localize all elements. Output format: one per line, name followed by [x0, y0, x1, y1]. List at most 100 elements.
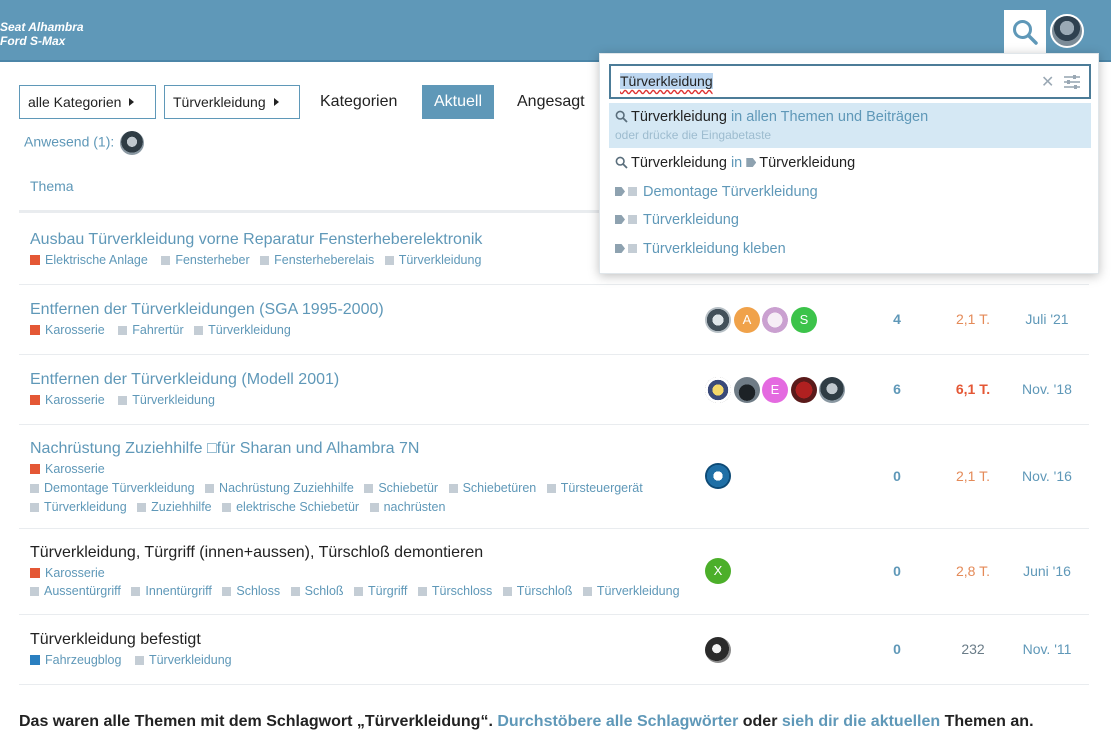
- search-input-value: Türverkleidung: [620, 73, 713, 89]
- category-badge[interactable]: Karosserie: [30, 393, 105, 407]
- tag-label: Türschloss: [431, 584, 493, 598]
- table-row[interactable]: Entfernen der Türverkleidungen (SGA 1995…: [19, 285, 1089, 355]
- nav-link-kategorien[interactable]: Kategorien: [308, 85, 409, 119]
- category-badge[interactable]: Karosserie: [30, 323, 105, 337]
- topic-title[interactable]: Entfernen der Türverkleidung (Modell 200…: [30, 371, 339, 389]
- tag-badge[interactable]: Fensterheber: [161, 253, 250, 267]
- table-row[interactable]: Türverkleidung befestigt Fahrzeugblog Tü…: [19, 615, 1089, 685]
- topic-category: Karosserie: [30, 566, 115, 580]
- tag-dropdown[interactable]: Türverkleidung: [164, 85, 300, 119]
- logo-line-1: Seat Alhambra: [0, 20, 84, 34]
- last-activity[interactable]: Juni '16: [1009, 563, 1085, 579]
- category-dropdown[interactable]: alle Kategorien: [19, 85, 156, 119]
- tag-badge[interactable]: Türschloss: [417, 584, 493, 598]
- tag-badge[interactable]: Innentürgriff: [131, 584, 212, 598]
- nav-link-aktuell[interactable]: Aktuell: [422, 85, 495, 119]
- topic-title[interactable]: Türverkleidung befestigt: [30, 631, 201, 649]
- poster-avatar[interactable]: [705, 307, 731, 333]
- category-color-square: [30, 568, 40, 578]
- user-avatar[interactable]: [1050, 14, 1084, 48]
- poster-avatar[interactable]: [705, 637, 731, 663]
- tag-result-label: Türverkleidung: [643, 212, 739, 228]
- reply-count[interactable]: 4: [877, 311, 917, 327]
- tag-badge[interactable]: Türgriff: [354, 584, 407, 598]
- search-input[interactable]: Türverkleidung ✕: [609, 64, 1091, 99]
- table-row[interactable]: Entfernen der Türverkleidung (Modell 200…: [19, 355, 1089, 425]
- category-badge[interactable]: Elektrische Anlage: [30, 253, 148, 267]
- view-count: 6,1 T.: [955, 381, 991, 397]
- poster-avatar[interactable]: A: [734, 307, 760, 333]
- last-activity[interactable]: Nov. '18: [1009, 381, 1085, 397]
- reply-count[interactable]: 0: [877, 563, 917, 579]
- poster-avatar[interactable]: [791, 377, 817, 403]
- tag-badge[interactable]: Türsteuergerät: [546, 481, 643, 495]
- tag-label: Türverkleidung: [44, 500, 127, 514]
- last-activity[interactable]: Nov. '16: [1009, 468, 1085, 484]
- tag-badge[interactable]: Fahrertür: [118, 323, 184, 337]
- table-row[interactable]: Türverkleidung, Türgriff (innen+aussen),…: [19, 529, 1089, 615]
- topic-tags: Aussentürgriff Innentürgriff Schloss Sch…: [30, 584, 687, 598]
- tag-badge[interactable]: Türverkleidung: [194, 323, 291, 337]
- tag-badge[interactable]: Schloß: [290, 584, 344, 598]
- site-logo[interactable]: Seat Alhambra Ford S-Max: [0, 20, 84, 48]
- topic-title[interactable]: Türverkleidung, Türgriff (innen+aussen),…: [30, 544, 483, 562]
- poster-avatar[interactable]: [705, 377, 731, 403]
- tag-square-icon: [137, 503, 147, 512]
- footer-text: oder: [738, 713, 782, 730]
- category-badge[interactable]: Fahrzeugblog: [30, 653, 121, 667]
- poster-avatar[interactable]: [705, 463, 731, 489]
- poster-avatar[interactable]: X: [705, 558, 731, 584]
- tag-badge[interactable]: Fensterheberelais: [260, 253, 374, 267]
- search-result-all[interactable]: Türverkleidung in allen Themen und Beitr…: [609, 103, 1091, 148]
- category-badge[interactable]: Karosserie: [30, 462, 105, 476]
- clear-icon[interactable]: ✕: [1041, 72, 1054, 92]
- tag-badge[interactable]: Türverkleidung: [582, 584, 680, 598]
- tag-badge[interactable]: Türverkleidung: [30, 500, 127, 514]
- tag-label: Türverkleidung: [208, 323, 291, 337]
- column-header-topic[interactable]: Thema: [30, 178, 74, 194]
- last-activity[interactable]: Nov. '11: [1009, 641, 1085, 657]
- poster-avatar[interactable]: [734, 377, 760, 403]
- tag-badge[interactable]: Schiebetür: [364, 481, 438, 495]
- tag-label: Nachrüstung Zuziehhilfe: [219, 481, 354, 495]
- poster-avatar[interactable]: [762, 307, 788, 333]
- browse-tags-link[interactable]: Durchstöbere alle Schlagwörter: [497, 713, 738, 730]
- poster-avatar[interactable]: S: [791, 307, 817, 333]
- search-tag-result[interactable]: Türverkleidung: [609, 212, 1091, 228]
- tag-badge[interactable]: Türverkleidung: [118, 393, 215, 407]
- topic-title[interactable]: Nachrüstung Zuziehhilfe □für Sharan und …: [30, 440, 419, 458]
- topic-title[interactable]: Ausbau Türverkleidung vorne Reparatur Fe…: [30, 231, 482, 249]
- search-result-in-tag[interactable]: Türverkleidung in Türverkleidung: [609, 155, 1091, 171]
- search-options-icon[interactable]: [1064, 75, 1080, 89]
- tag-badge[interactable]: Demontage Türverkleidung: [30, 481, 195, 495]
- tag-badge[interactable]: Türschloß: [502, 584, 572, 598]
- tag-badge[interactable]: Nachrüstung Zuziehhilfe: [205, 481, 354, 495]
- tag-badge[interactable]: nachrüsten: [369, 500, 445, 514]
- topic-title[interactable]: Entfernen der Türverkleidungen (SGA 1995…: [30, 301, 384, 319]
- tag-badge[interactable]: elektrische Schiebetür: [222, 500, 359, 514]
- search-button[interactable]: [1004, 10, 1046, 54]
- tag-badge[interactable]: Türverkleidung: [384, 253, 481, 267]
- last-activity[interactable]: Juli '21: [1009, 311, 1085, 327]
- present-label: Anwesend (1):: [24, 133, 115, 150]
- tag-badge[interactable]: Schloss: [222, 584, 280, 598]
- tag-square-icon: [260, 256, 270, 265]
- poster-avatar[interactable]: E: [762, 377, 788, 403]
- table-row[interactable]: Nachrüstung Zuziehhilfe □für Sharan und …: [19, 425, 1089, 529]
- tag-square-icon: [30, 587, 39, 596]
- search-tag-result[interactable]: Demontage Türverkleidung: [609, 184, 1091, 200]
- tag-badge[interactable]: Aussentürgriff: [30, 584, 121, 598]
- present-user-avatar[interactable]: [120, 131, 145, 155]
- search-tag-result[interactable]: Türverkleidung kleben: [609, 241, 1091, 257]
- tag-badge[interactable]: Türverkleidung: [134, 653, 232, 667]
- poster-avatar[interactable]: [819, 377, 845, 403]
- nav-link-angesagt[interactable]: Angesagt: [505, 85, 597, 119]
- tag-badge[interactable]: Zuziehhilfe: [137, 500, 212, 514]
- reply-count[interactable]: 0: [877, 641, 917, 657]
- tag-square-icon: [628, 215, 637, 224]
- category-badge[interactable]: Karosserie: [30, 566, 105, 580]
- reply-count[interactable]: 0: [877, 468, 917, 484]
- reply-count[interactable]: 6: [877, 381, 917, 397]
- tag-badge[interactable]: Schiebetüren: [448, 481, 536, 495]
- latest-topics-link[interactable]: sieh dir die aktuellen: [782, 713, 940, 730]
